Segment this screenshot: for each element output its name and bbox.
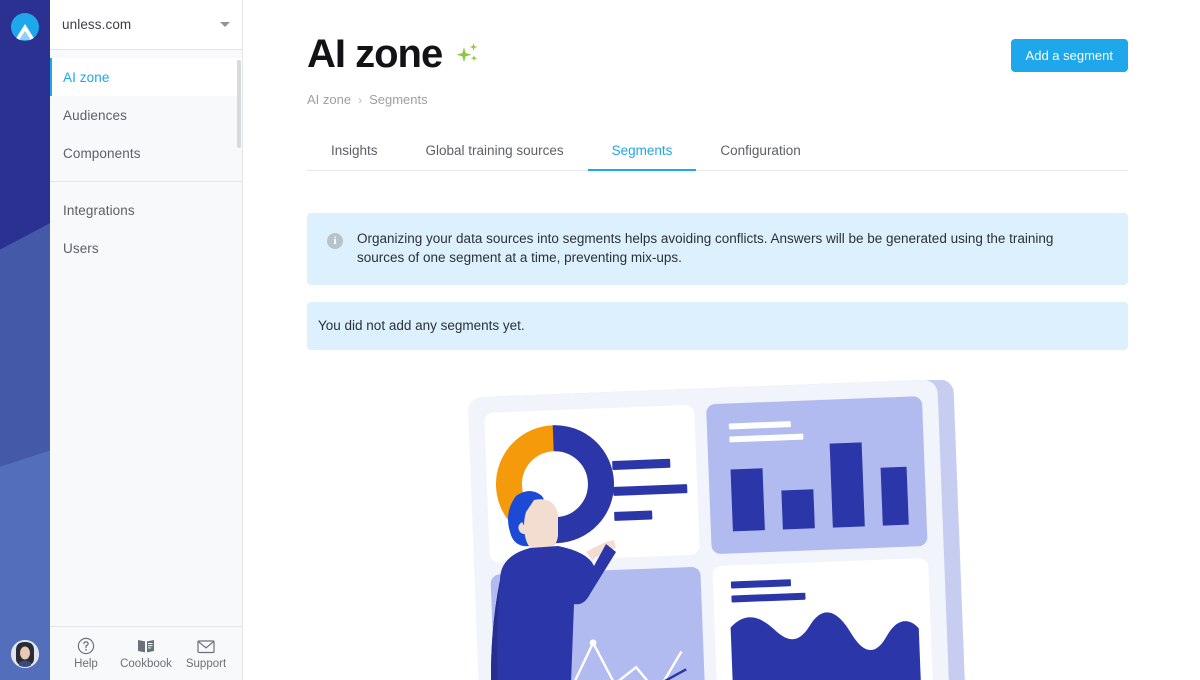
envelope-icon (196, 638, 216, 655)
breadcrumb-item-segments[interactable]: Segments (369, 92, 428, 107)
page-header: AI zone Add a segment (307, 0, 1128, 74)
tab-bar: Insights Global training sources Segment… (307, 129, 1128, 171)
footer-item-help[interactable]: Help (58, 637, 114, 670)
footer-item-label: Cookbook (120, 658, 172, 670)
tab-segments[interactable]: Segments (587, 143, 697, 171)
title-wrap: AI zone (307, 34, 480, 74)
sidebar-item-label: AI zone (63, 69, 110, 85)
sidebar-item-integrations[interactable]: Integrations (50, 191, 242, 229)
empty-state-banner: You did not add any segments yet. (307, 302, 1128, 351)
footer-item-label: Support (185, 657, 227, 670)
sidebar-item-audiences[interactable]: Audiences (50, 96, 242, 134)
workspace-name: unless.com (62, 17, 132, 32)
sidebar-item-users[interactable]: Users (50, 229, 242, 267)
sidebar-group-primary: AI zone Audiences Components (50, 58, 242, 172)
sidebar-group-secondary: Integrations Users (50, 191, 242, 267)
footer-item-cookbook[interactable]: Cookbook (118, 637, 174, 670)
info-banner-text: Organizing your data sources into segmen… (357, 231, 1054, 265)
app-root: unless.com AI zone Audiences Components … (0, 0, 1200, 680)
tab-global-training-sources[interactable]: Global training sources (402, 143, 588, 170)
analytics-dashboard-illustration (307, 380, 1128, 680)
sidebar-divider (50, 181, 242, 182)
breadcrumb: AI zone › Segments (307, 92, 1128, 107)
page-title: AI zone (307, 32, 443, 76)
chevron-down-icon (220, 20, 230, 30)
sidebar-item-label: Audiences (63, 107, 127, 123)
sidebar-item-label: Components (63, 145, 141, 161)
sidebar-footer: Help Cookbook Support (50, 626, 242, 680)
question-circle-icon (77, 637, 95, 655)
breadcrumb-separator: › (358, 92, 363, 107)
workspace-selector[interactable]: unless.com (50, 0, 242, 50)
sparkles-icon (456, 41, 480, 72)
info-icon: i (327, 233, 343, 249)
footer-item-support[interactable]: Support (178, 638, 234, 670)
tab-insights[interactable]: Insights (307, 143, 402, 170)
sidebar: unless.com AI zone Audiences Components … (50, 0, 243, 680)
footer-item-label: Help (74, 658, 98, 670)
breadcrumb-item-ai-zone[interactable]: AI zone (307, 92, 351, 107)
sidebar-item-ai-zone[interactable]: AI zone (50, 58, 242, 96)
left-rail (0, 0, 50, 680)
sidebar-item-components[interactable]: Components (50, 134, 242, 172)
user-avatar[interactable] (11, 640, 39, 668)
sidebar-item-label: Users (63, 240, 99, 256)
add-a-segment-button[interactable]: Add a segment (1010, 39, 1128, 72)
sidebar-nav: AI zone Audiences Components Integration… (50, 50, 242, 626)
sidebar-scrollbar[interactable] (237, 60, 241, 148)
main-content: AI zone Add a segment AI zone › Segments… (243, 0, 1200, 680)
sidebar-item-label: Integrations (63, 202, 135, 218)
info-banner: i Organizing your data sources into segm… (307, 213, 1128, 286)
book-icon (136, 637, 156, 655)
tab-configuration[interactable]: Configuration (696, 143, 824, 170)
unless-mountain-logo-icon[interactable] (11, 13, 39, 41)
